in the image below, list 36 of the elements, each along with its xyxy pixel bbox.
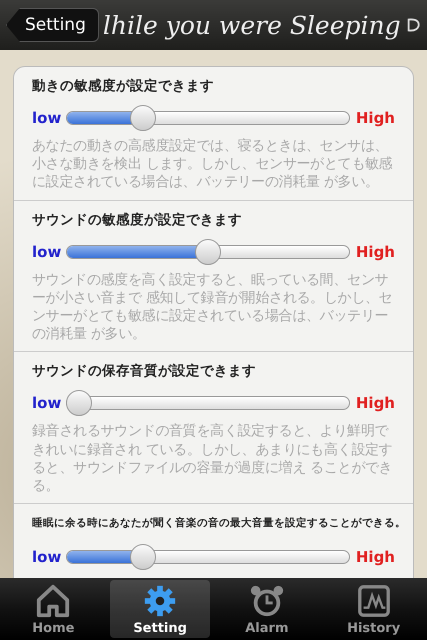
- setting-description: 録音されるサウンドの音質を高く設定すると、より鮮明できれいに録音され ている。しかし、あまりにも高く設定すると、サウンドファイルの容量が過度に増え ることができる。: [32, 422, 394, 496]
- low-label: low: [32, 394, 60, 412]
- low-label: low: [32, 109, 60, 127]
- tab[interactable]: Setting: [110, 580, 210, 638]
- slider[interactable]: [66, 390, 350, 416]
- home-icon: [35, 583, 72, 619]
- setting-description: サウンドの感度を高く設定すると、眠っている間、センサーが小さい音まで 感知して録音が開始される。しかし、センサーがとても敏感に設定されている場合は、バッテリーの消耗量 が多い。: [32, 270, 394, 344]
- slider[interactable]: [66, 238, 350, 265]
- slider[interactable]: [66, 105, 350, 131]
- tab-label: Setting: [133, 621, 187, 636]
- tab-label: Home: [32, 621, 74, 636]
- tab[interactable]: History: [324, 580, 424, 638]
- low-label: low: [32, 548, 60, 566]
- back-button[interactable]: Setting: [6, 8, 99, 42]
- alarm-clock-icon: [248, 583, 285, 619]
- tab-label: Alarm: [245, 621, 288, 636]
- app-title: lhile you were Sleeping: [102, 10, 401, 40]
- slider-thumb[interactable]: [130, 544, 156, 570]
- slider-thumb[interactable]: [66, 390, 92, 416]
- tab[interactable]: Home: [3, 580, 104, 638]
- setting-description: あなたの動きの高感度設定では、寝るときは、センサは、小さな動きを検出 します。しかし、センサーがとても敏感に設定されている場合は、バッテリーの消耗量 が多い。: [32, 137, 394, 192]
- chart-icon: [356, 583, 392, 619]
- slider-thumb[interactable]: [130, 105, 156, 131]
- high-label: High: [356, 109, 395, 127]
- high-label: High: [356, 242, 395, 261]
- tab-label: History: [347, 621, 400, 636]
- low-label: low: [32, 242, 60, 261]
- setting-heading: サウンドの敏感度が設定できます: [32, 210, 243, 229]
- setting-heading: サウンドの保存音質が設定できます: [32, 362, 257, 380]
- setting-heading: 動きの敏感度が設定できます: [32, 77, 215, 95]
- high-label: High: [356, 394, 395, 412]
- moon-icon: [404, 16, 421, 34]
- tab[interactable]: Alarm: [216, 580, 317, 638]
- slider[interactable]: [66, 544, 350, 570]
- slider-thumb[interactable]: [194, 238, 221, 265]
- high-label: High: [356, 548, 395, 566]
